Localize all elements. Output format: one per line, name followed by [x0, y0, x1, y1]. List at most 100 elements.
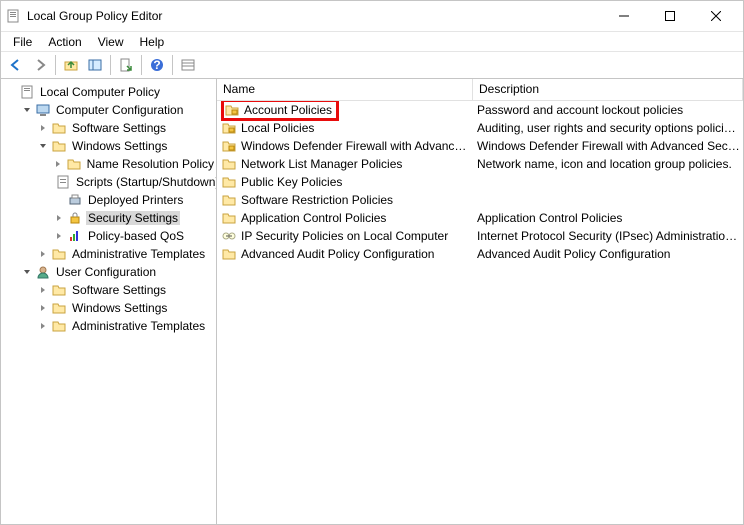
chevron-right-icon[interactable] [53, 230, 65, 242]
tree-software-settings[interactable]: Software Settings [37, 119, 216, 137]
ipsec-icon [221, 228, 237, 244]
list-item[interactable]: Network List Manager Policies Network nam… [217, 155, 743, 173]
tree-security-settings[interactable]: Security Settings [53, 209, 216, 227]
tree-label: Administrative Templates [70, 247, 207, 261]
folder-icon [51, 120, 67, 136]
maximize-button[interactable] [647, 1, 693, 31]
chevron-right-icon[interactable] [37, 302, 49, 314]
list-item[interactable]: Application Control PoliciesApplication … [217, 209, 743, 227]
item-name: Local Policies [241, 121, 314, 135]
toolbar-separator [141, 55, 142, 75]
tree-uc-administrative-templates[interactable]: Administrative Templates [37, 317, 216, 335]
chevron-right-icon[interactable] [37, 248, 49, 260]
tree-label: Windows Settings [70, 139, 169, 153]
list-item[interactable]: Advanced Audit Policy ConfigurationAdvan… [217, 245, 743, 263]
menu-action[interactable]: Action [40, 33, 89, 51]
list-body: Account Policies Password and account lo… [217, 101, 743, 263]
menu-help[interactable]: Help [132, 33, 173, 51]
tree-label: Scripts (Startup/Shutdown) [74, 175, 217, 189]
tree-label: Computer Configuration [54, 103, 185, 117]
folder-icon [51, 282, 67, 298]
folder-icon [51, 300, 67, 316]
toolbar: ? [1, 51, 743, 79]
user-icon [35, 264, 51, 280]
folder-icon [221, 246, 237, 262]
tree-scripts[interactable]: Scripts (Startup/Shutdown) [53, 173, 216, 191]
column-header-name[interactable]: Name [217, 79, 473, 100]
content-area: Local Computer Policy Computer Configura… [1, 79, 743, 524]
item-name: Network List Manager Policies [241, 157, 402, 171]
up-folder-button[interactable] [60, 54, 82, 76]
item-description: Network name, icon and location group po… [473, 157, 743, 171]
list-item-account-policies[interactable]: Account Policies Password and account lo… [217, 101, 743, 119]
tree-administrative-templates[interactable]: Administrative Templates [37, 245, 216, 263]
tree-label: Administrative Templates [70, 319, 207, 333]
list-item[interactable]: Public Key Policies [217, 173, 743, 191]
folder-icon [221, 174, 237, 190]
tree-pane[interactable]: Local Computer Policy Computer Configura… [1, 79, 217, 524]
minimize-button[interactable] [601, 1, 647, 31]
titlebar: Local Group Policy Editor [1, 1, 743, 31]
expander-icon[interactable] [5, 86, 17, 98]
folder-icon [221, 192, 237, 208]
item-description: Windows Defender Firewall with Advanced … [473, 139, 743, 153]
list-item[interactable]: IP Security Policies on Local Computer In… [217, 227, 743, 245]
folder-icon [51, 246, 67, 262]
menu-file[interactable]: File [5, 33, 40, 51]
item-name: IP Security Policies on Local Computer [241, 229, 448, 243]
list-item[interactable]: Local Policies Auditing, user rights and … [217, 119, 743, 137]
back-button[interactable] [5, 54, 27, 76]
tree-user-configuration[interactable]: User Configuration [21, 263, 216, 281]
tree-policy-based-qos[interactable]: Policy-based QoS [53, 227, 216, 245]
tree-windows-settings[interactable]: Windows Settings [37, 137, 216, 155]
chevron-right-icon[interactable] [37, 284, 49, 296]
forward-button[interactable] [29, 54, 51, 76]
filter-options-button[interactable] [177, 54, 199, 76]
tree-uc-windows-settings[interactable]: Windows Settings [37, 299, 216, 317]
list-pane[interactable]: Name Description Account Policies Passwo… [217, 79, 743, 524]
toolbar-separator [172, 55, 173, 75]
tree-uc-software-settings[interactable]: Software Settings [37, 281, 216, 299]
chevron-down-icon[interactable] [37, 140, 49, 152]
item-name: Windows Defender Firewall with Advanc… [241, 139, 466, 153]
item-description: Auditing, user rights and security optio… [473, 121, 743, 135]
computer-icon [35, 102, 51, 118]
column-header-description[interactable]: Description [473, 79, 743, 100]
chevron-right-icon[interactable] [37, 122, 49, 134]
item-description: Internet Protocol Security (IPsec) Admin… [473, 229, 743, 243]
expander-icon[interactable] [53, 194, 65, 206]
item-description: Advanced Audit Policy Configuration [473, 247, 743, 261]
qos-icon [67, 228, 83, 244]
tree-root[interactable]: Local Computer Policy [5, 83, 216, 101]
printer-icon [67, 192, 83, 208]
folder-icon [221, 156, 237, 172]
list-item[interactable]: Software Restriction Policies [217, 191, 743, 209]
folder-icon [66, 156, 82, 172]
folder-icon [221, 210, 237, 226]
highlight-annotation: Account Policies [221, 99, 339, 121]
tree-label: Deployed Printers [86, 193, 185, 207]
list-item[interactable]: Windows Defender Firewall with Advanc… Wi… [217, 137, 743, 155]
chevron-down-icon[interactable] [21, 266, 33, 278]
show-hide-tree-button[interactable] [84, 54, 106, 76]
chevron-right-icon[interactable] [53, 212, 65, 224]
chevron-down-icon[interactable] [21, 104, 33, 116]
policy-folder-icon [221, 120, 237, 136]
chevron-right-icon[interactable] [37, 320, 49, 332]
tree-label: Policy-based QoS [86, 229, 186, 243]
menu-view[interactable]: View [90, 33, 132, 51]
item-name: Account Policies [244, 103, 332, 117]
chevron-right-icon[interactable] [53, 158, 64, 170]
help-button[interactable]: ? [146, 54, 168, 76]
svg-text:?: ? [153, 58, 160, 72]
close-button[interactable] [693, 1, 739, 31]
tree-label: Security Settings [86, 211, 180, 225]
tree-name-resolution-policy[interactable]: Name Resolution Policy [53, 155, 216, 173]
lock-icon [67, 210, 83, 226]
tree-deployed-printers[interactable]: Deployed Printers [53, 191, 216, 209]
toolbar-separator [110, 55, 111, 75]
item-name: Software Restriction Policies [241, 193, 393, 207]
policy-folder-icon [224, 102, 240, 118]
tree-computer-configuration[interactable]: Computer Configuration [21, 101, 216, 119]
export-list-button[interactable] [115, 54, 137, 76]
